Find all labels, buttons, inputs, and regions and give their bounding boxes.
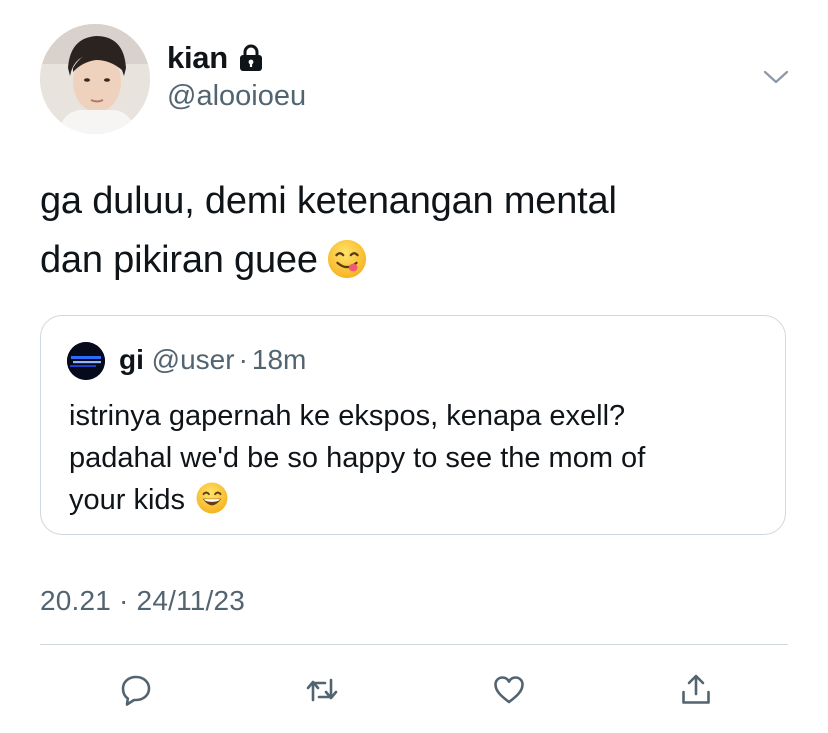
quoted-time: 18m (251, 344, 307, 375)
quoted-author-handle: @user (151, 344, 235, 375)
profile-photo (40, 24, 150, 134)
quoted-text-line-3-wrap: your kids (69, 479, 769, 527)
divider (40, 644, 788, 645)
reply-icon (121, 675, 151, 706)
share-icon (682, 674, 710, 704)
yum-emoji-icon (326, 238, 368, 298)
tweet-text-line-2: dan pikiran guee (40, 231, 780, 298)
tweet-timestamp[interactable]: 20.21 · 24/11/23 (40, 585, 245, 617)
quoted-text-line-1: istrinya gapernah ke ekspos, kenapa exel… (69, 400, 626, 432)
quoted-text-line-3: your kids (69, 484, 186, 516)
tweet-text-line-content: dan pikiran guee (40, 239, 318, 281)
share-button[interactable] (676, 670, 716, 710)
like-icon (494, 676, 524, 704)
quoted-tweet-card[interactable]: gi @user · 18m istrinya gapernah ke ekspos… (40, 315, 786, 535)
quoted-separator: · (238, 344, 248, 375)
author-name[interactable]: kian (167, 40, 228, 76)
like-button[interactable] (489, 670, 529, 710)
retweet-button[interactable] (302, 670, 342, 710)
lock-icon (238, 44, 264, 72)
quoted-tweet-header: gi @user · 18m (119, 344, 306, 376)
quoted-author-name: gi (119, 344, 144, 375)
quoted-tweet-text: istrinya gapernah ke ekspos, kenapa exel… (69, 395, 769, 527)
tweet-text: ga duluu, demi ketenangan mental dan pik… (40, 172, 780, 298)
author-avatar[interactable] (40, 24, 150, 134)
author-handle[interactable]: @alooioeu (167, 80, 306, 113)
chevron-down-icon[interactable] (762, 66, 790, 88)
reply-button[interactable] (116, 670, 156, 710)
grinning-emoji-icon (195, 481, 229, 527)
retweet-icon (306, 678, 338, 702)
quoted-author-avatar (67, 342, 105, 380)
quoted-text-line-2: padahal we'd be so happy to see the mom … (69, 442, 646, 474)
tweet-text-line: ga duluu, demi ketenangan mental (40, 180, 617, 222)
